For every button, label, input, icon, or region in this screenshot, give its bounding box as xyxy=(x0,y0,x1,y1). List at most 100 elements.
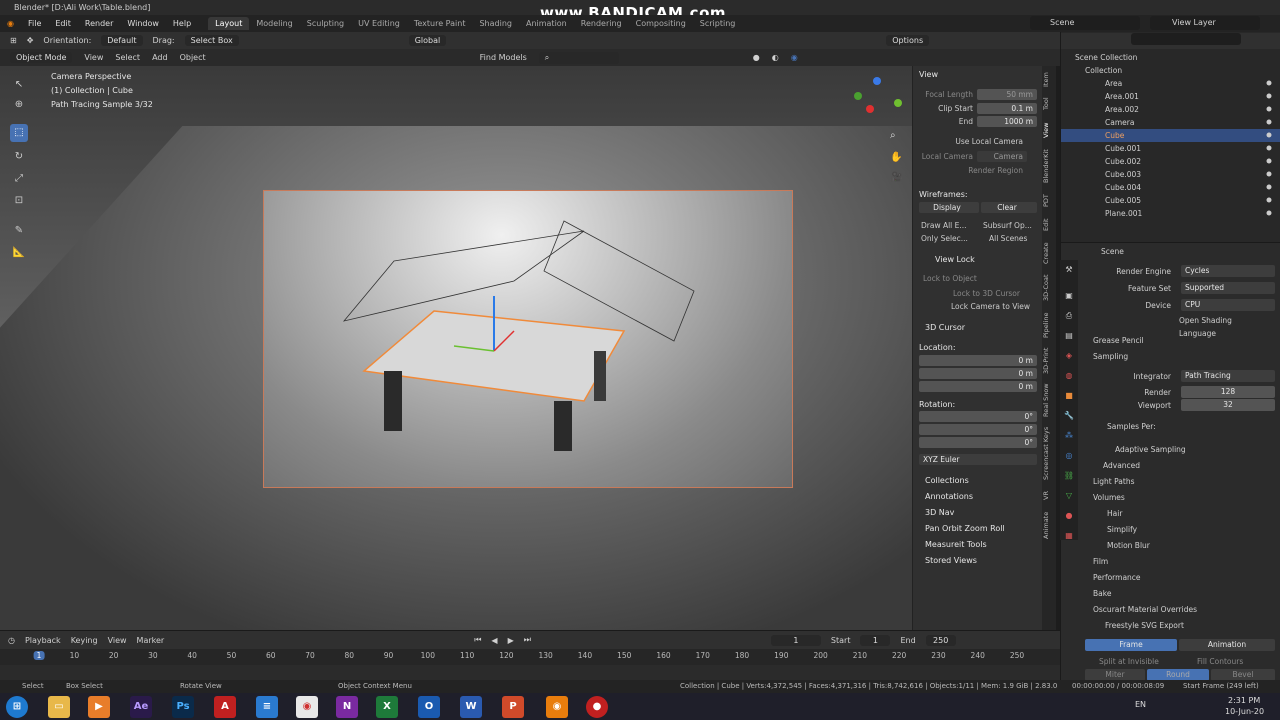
particle-props-icon[interactable]: ⁂ xyxy=(1063,430,1075,442)
transform-orientation-dropdown[interactable]: Global xyxy=(408,35,447,46)
film-section[interactable]: Film xyxy=(1093,555,1280,568)
rotation-mode-dropdown[interactable]: XYZ Euler xyxy=(919,454,1037,465)
osl-checkbox[interactable]: Open Shading Language xyxy=(1179,314,1269,338)
editor-type-icon[interactable]: ⊞ xyxy=(10,36,17,45)
view-layer-selector[interactable]: View Layer xyxy=(1150,16,1260,30)
tool-props-icon[interactable]: ⚒ xyxy=(1063,264,1075,276)
pan-hand-icon[interactable]: ✋ xyxy=(890,152,902,163)
feature-set-dropdown[interactable]: Supported xyxy=(1181,282,1275,294)
motion-blur-section[interactable]: Motion Blur xyxy=(1107,539,1280,552)
camera-view-icon[interactable]: 🎥 xyxy=(890,172,902,183)
menu-window[interactable]: Window xyxy=(120,19,166,28)
drag-dropdown[interactable]: Select Box xyxy=(184,35,239,46)
find-models-button[interactable]: Find Models xyxy=(480,53,527,62)
view-lock-header[interactable]: View Lock xyxy=(935,255,975,264)
jump-start-icon[interactable]: ⏮ xyxy=(474,635,481,645)
menu-help[interactable]: Help xyxy=(166,19,198,28)
advanced-section[interactable]: Advanced xyxy=(1103,459,1280,472)
bake-section[interactable]: Bake xyxy=(1093,587,1280,600)
frame-toggle[interactable]: Frame xyxy=(1085,639,1177,651)
menu-select[interactable]: Select xyxy=(115,53,140,62)
play-icon[interactable]: ▶ xyxy=(508,636,514,645)
playback-menu[interactable]: Playback xyxy=(25,636,61,645)
transform-tool-icon[interactable]: ⊡ xyxy=(10,192,28,210)
cursor-rot-y-field[interactable]: 0° xyxy=(919,424,1037,435)
timeline-ruler[interactable]: 1 10 20 30 40 50 60 70 80 90 100 110 120 130 140 150 160… xyxy=(0,649,1060,665)
modifier-props-icon[interactable]: 🔧 xyxy=(1063,410,1075,422)
keying-menu[interactable]: Keying xyxy=(71,636,98,645)
menu-object[interactable]: Object xyxy=(180,53,206,62)
annotations-section[interactable]: Annotations xyxy=(925,492,973,501)
render-region-checkbox[interactable]: Render Region xyxy=(913,166,1023,175)
object-props-icon[interactable]: ■ xyxy=(1063,390,1075,402)
tab-create[interactable]: Create xyxy=(1042,240,1056,266)
3d-viewport[interactable]: Camera Perspective (1) Collection | Cube… xyxy=(0,66,912,630)
tab-3d-coat[interactable]: 3D-Coat xyxy=(1042,272,1056,304)
outliner-item-cube005[interactable]: Cube.005 xyxy=(1061,194,1280,207)
collections-section[interactable]: Collections xyxy=(925,476,969,485)
outliner-item-area[interactable]: Area xyxy=(1061,77,1280,90)
marker-menu[interactable]: Marker xyxy=(137,636,165,645)
subsurf-checkbox[interactable]: Subsurf Op... xyxy=(983,221,1032,230)
outliner-search-input[interactable] xyxy=(1131,33,1241,45)
bandicam-icon[interactable]: ● xyxy=(586,696,608,718)
timeline-editor-icon[interactable]: ◷ xyxy=(8,636,15,645)
animation-toggle[interactable]: Animation xyxy=(1179,639,1275,651)
focal-length-field[interactable]: 50 mm xyxy=(977,89,1037,100)
display-wireframes-button[interactable]: Display xyxy=(919,202,979,213)
view-layer-props-icon[interactable]: ▤ xyxy=(1063,330,1075,342)
outliner-item-area002[interactable]: Area.002 xyxy=(1061,103,1280,116)
mode-dropdown[interactable]: Object Mode xyxy=(10,52,73,63)
render-engine-dropdown[interactable]: Cycles xyxy=(1181,265,1275,277)
chrome-icon[interactable]: ◉ xyxy=(296,696,318,718)
annotate-tool-icon[interactable]: ✎ xyxy=(10,222,28,240)
select-tool-icon[interactable]: ⬚ xyxy=(10,124,28,142)
tab-rendering[interactable]: Rendering xyxy=(574,17,629,30)
pan-orbit-section[interactable]: Pan Orbit Zoom Roll xyxy=(925,524,1005,533)
tab-scripting[interactable]: Scripting xyxy=(693,17,743,30)
rotate-tool-icon[interactable]: ↻ xyxy=(10,148,28,166)
scale-tool-icon[interactable]: ⤢ xyxy=(10,170,28,188)
visibility-eye-icon[interactable] xyxy=(1263,78,1275,218)
tab-shading[interactable]: Shading xyxy=(472,17,519,30)
start-frame-field[interactable]: 1 xyxy=(860,634,891,646)
outliner-item-cube003[interactable]: Cube.003 xyxy=(1061,168,1280,181)
tab-texture-paint[interactable]: Texture Paint xyxy=(407,17,473,30)
constraint-props-icon[interactable]: ⛓ xyxy=(1063,470,1075,482)
clip-end-field[interactable]: 1000 m xyxy=(977,116,1037,127)
menu-add[interactable]: Add xyxy=(152,53,168,62)
tab-item[interactable]: Item xyxy=(1042,70,1056,90)
menu-view[interactable]: View xyxy=(84,53,103,62)
viewport-samples-field[interactable]: 32 xyxy=(1181,399,1275,411)
network-app-icon[interactable]: ≡ xyxy=(256,696,278,718)
media-player-icon[interactable]: ▶ xyxy=(88,696,110,718)
lock-camera-to-view-checkbox[interactable]: Lock Camera to View xyxy=(951,302,1030,311)
physics-props-icon[interactable]: ◎ xyxy=(1063,450,1075,462)
tab-layout[interactable]: Layout xyxy=(208,17,250,30)
cursor-loc-x-field[interactable]: 0 m xyxy=(919,355,1037,366)
word-icon[interactable]: W xyxy=(460,696,482,718)
powerpoint-icon[interactable]: P xyxy=(502,696,524,718)
zoom-icon[interactable]: ⌕ xyxy=(890,130,896,141)
windows-start-icon[interactable]: ⊞ xyxy=(6,696,28,718)
all-scenes-checkbox[interactable]: All Scenes xyxy=(989,234,1027,243)
world-props-icon[interactable]: ◍ xyxy=(1063,370,1075,382)
tab-compositing[interactable]: Compositing xyxy=(629,17,693,30)
outlook-icon[interactable]: O xyxy=(418,696,440,718)
clip-start-field[interactable]: 0.1 m xyxy=(977,103,1037,114)
onenote-icon[interactable]: N xyxy=(336,696,358,718)
cursor-loc-y-field[interactable]: 0 m xyxy=(919,368,1037,379)
tab-3d-print[interactable]: 3D-Print xyxy=(1042,344,1056,378)
only-selected-checkbox[interactable]: Only Selec... xyxy=(921,234,968,243)
shading-solid-icon[interactable]: ● xyxy=(753,53,760,62)
3d-nav-section[interactable]: 3D Nav xyxy=(925,508,954,517)
menu-file[interactable]: File xyxy=(21,19,48,28)
render-samples-field[interactable]: 128 xyxy=(1181,386,1275,398)
cursor-tool-icon[interactable]: ⊕ xyxy=(10,96,28,114)
cursor-loc-z-field[interactable]: 0 m xyxy=(919,381,1037,392)
file-explorer-icon[interactable]: ▭ xyxy=(48,696,70,718)
integrator-dropdown[interactable]: Path Tracing xyxy=(1181,370,1275,382)
performance-section[interactable]: Performance xyxy=(1093,571,1280,584)
outliner-item-cube002[interactable]: Cube.002 xyxy=(1061,155,1280,168)
tab-edit[interactable]: Edit xyxy=(1042,216,1056,234)
